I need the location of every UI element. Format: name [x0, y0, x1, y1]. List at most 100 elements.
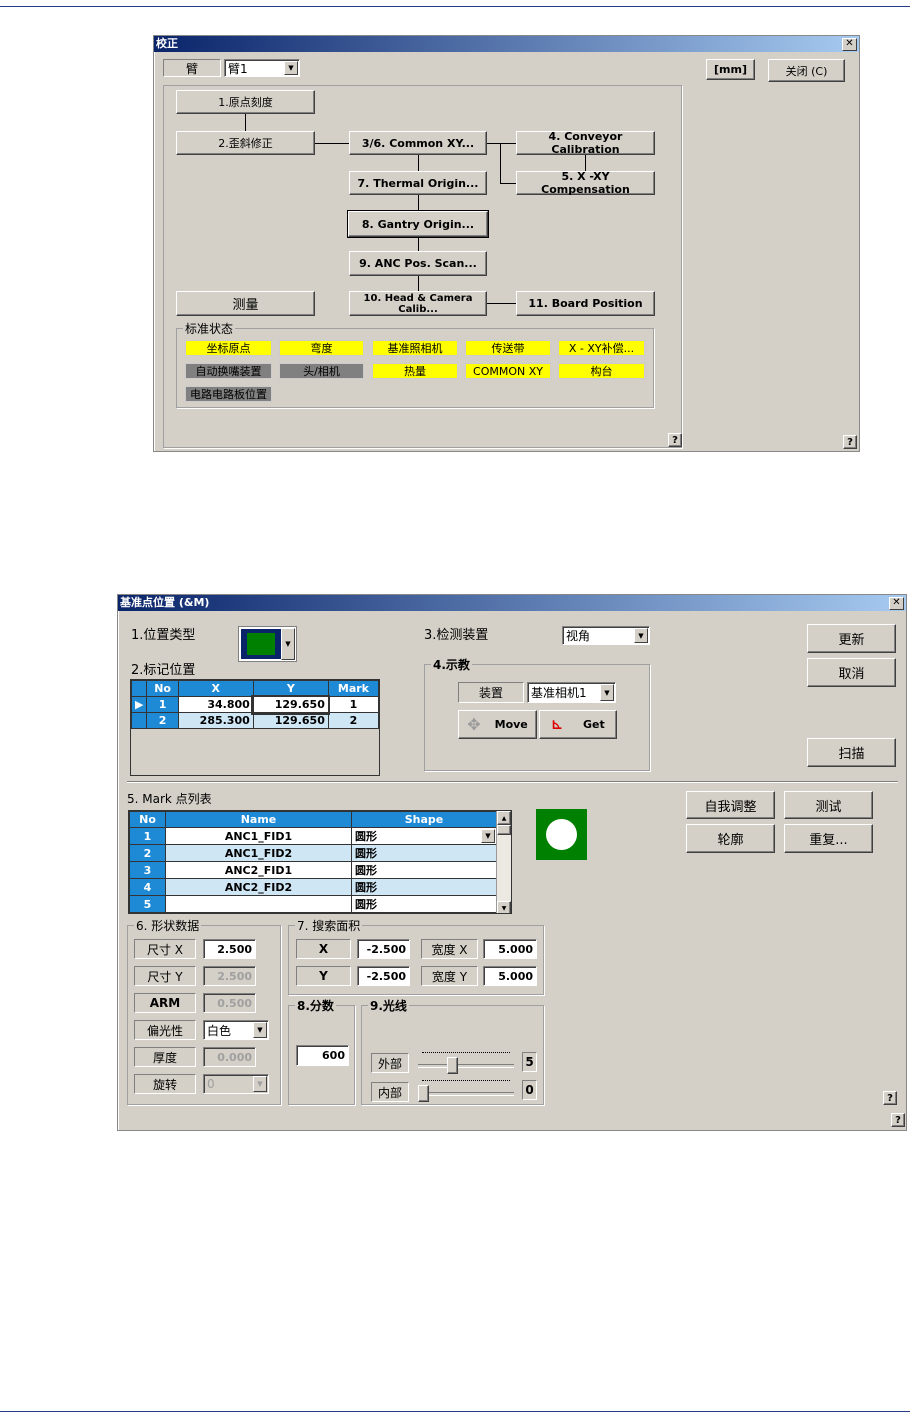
chevron-down-icon: ▼ [253, 1022, 267, 1038]
shape-param-label: 偏光性 [134, 1020, 196, 1040]
step-board-position-button[interactable]: 11. Board Position [516, 291, 655, 316]
step-common-xy-button[interactable]: 3/6. Common XY... [349, 131, 487, 155]
position-type-label: 1.位置类型 [131, 628, 196, 643]
search-x-label: X [296, 939, 351, 959]
status-indicator: 构台 [558, 363, 645, 379]
shape-data-title: 6. 形状数据 [134, 917, 202, 934]
chevron-down-icon: ▼ [634, 628, 648, 643]
slider-thumb[interactable] [447, 1057, 458, 1074]
arm-label: 臂 [163, 59, 221, 77]
width-x-input[interactable]: 5.000 [483, 939, 537, 959]
outer-light-label: 外部 [371, 1053, 409, 1073]
board-icon [241, 629, 282, 659]
shape-param-select[interactable]: 0 ▼ [203, 1074, 269, 1094]
detection-device-value: 视角 [566, 629, 591, 643]
score-title: 8.分数 [295, 997, 336, 1014]
shape-param-input[interactable]: 2.500 [203, 939, 256, 959]
mark-list-label: 5. Mark 点列表 [127, 792, 212, 806]
cancel-button[interactable]: 取消 [807, 658, 896, 687]
arm-value: 臂1 [228, 61, 248, 76]
move-icon: ✥ [467, 715, 481, 734]
repeat-button[interactable]: 重复... [784, 824, 873, 853]
table-row[interactable]: 5 圆形 [129, 895, 497, 913]
outer-light-slider[interactable] [418, 1050, 514, 1074]
dialog-title: 校正 [154, 36, 859, 52]
shape-param-label: 旋转 [134, 1074, 196, 1094]
table-row[interactable]: 4 ANC2_FID2 圆形 [129, 878, 497, 896]
position-type-select[interactable]: ▼ [238, 626, 297, 662]
scan-button[interactable]: 扫描 [807, 738, 896, 767]
help-button[interactable]: ? [843, 435, 857, 449]
arm-select[interactable]: 臂1 ▼ [224, 59, 300, 77]
page-bottom-rule [0, 1411, 910, 1412]
close-button[interactable]: 关闭 (C) [768, 59, 845, 82]
status-indicator: 弯度 [279, 340, 364, 356]
test-button[interactable]: 测试 [784, 791, 873, 819]
contour-button[interactable]: 轮廓 [686, 824, 775, 853]
width-y-label: 宽度 Y [421, 966, 478, 986]
step-head-camera-calib-button[interactable]: 10. Head & Camera Calib... [349, 291, 487, 316]
help-button[interactable]: ? [668, 433, 682, 447]
step-skew-correction-button[interactable]: 2.歪斜修正 [176, 131, 315, 155]
shape-param-select[interactable]: 白色 ▼ [203, 1020, 269, 1040]
chevron-down-icon: ▼ [284, 61, 298, 75]
status-indicator: COMMON XY [465, 363, 551, 379]
table-row[interactable]: 2 ANC1_FID2 圆形 [129, 844, 497, 862]
help-button[interactable]: ? [883, 1091, 897, 1105]
step-anc-pos-scan-button[interactable]: 9. ANC Pos. Scan... [349, 251, 487, 276]
status-indicator: 热量 [372, 363, 458, 379]
outer-light-value: 5 [522, 1052, 537, 1072]
table-row[interactable]: 2 285.300 129.650 2 [130, 712, 380, 729]
table-row[interactable]: 1 ANC1_FID1 圆形 ▼ [129, 827, 497, 845]
circle-icon [546, 819, 577, 850]
chevron-down-icon: ▼ [281, 628, 295, 660]
measure-button[interactable]: 测量 [176, 291, 315, 316]
status-indicator: 头/相机 [279, 363, 364, 379]
width-y-input[interactable]: 5.000 [483, 966, 537, 986]
search-x-input[interactable]: -2.500 [357, 939, 410, 959]
shape-param-label: 厚度 [134, 1047, 196, 1067]
inner-light-label: 内部 [371, 1082, 409, 1102]
close-icon[interactable]: ✕ [889, 597, 904, 610]
axis-point-icon: ⊾ [551, 716, 563, 733]
device-select[interactable]: 基准相机1 ▼ [527, 682, 616, 703]
mark-list-table: No Name Shape 1 ANC1_FID1 圆形 ▼ 2 ANC1_FID2 圆形 3… [128, 810, 512, 914]
get-button[interactable]: ⊾ Get [539, 710, 617, 739]
step-conveyor-calibration-button[interactable]: 4. Conveyor Calibration [516, 130, 655, 156]
unit-button[interactable]: [mm] [706, 59, 755, 80]
help-button[interactable]: ? [891, 1113, 905, 1127]
slider-thumb[interactable] [418, 1085, 429, 1102]
shape-param-label: ARM [134, 993, 196, 1013]
shape-param-input[interactable]: 0.000 [203, 1047, 256, 1067]
status-indicator: 坐标原点 [185, 340, 272, 356]
chevron-down-icon[interactable]: ▼ [481, 829, 495, 843]
close-icon[interactable]: ✕ [842, 38, 857, 51]
step-x-xy-compensation-button[interactable]: 5. X -XY Compensation [516, 170, 655, 196]
shape-param-label: 尺寸 Y [134, 966, 196, 986]
search-area-title: 7. 搜索面积 [295, 917, 363, 934]
inner-light-value: 0 [522, 1080, 537, 1100]
table-row[interactable]: 3 ANC2_FID1 圆形 [129, 861, 497, 879]
score-input[interactable]: 600 [296, 1045, 349, 1066]
status-indicator: 传送带 [465, 340, 551, 356]
step-gantry-origin-button[interactable]: 8. Gantry Origin... [347, 210, 489, 238]
mark-position-table: No X Y Mark ▶ 1 34.800 129.650 1 2 285.300 129.65… [130, 679, 380, 776]
search-y-input[interactable]: -2.500 [357, 966, 410, 986]
shape-param-input[interactable]: 2.500 [203, 966, 256, 986]
inner-light-slider[interactable] [418, 1078, 514, 1102]
shape-preview [536, 809, 587, 860]
device-label: 装置 [458, 682, 524, 703]
table-row[interactable]: ▶ 1 34.800 129.650 1 [130, 694, 380, 715]
search-y-label: Y [296, 966, 351, 986]
detection-device-select[interactable]: 视角 ▼ [562, 626, 650, 645]
shape-param-input[interactable]: 0.500 [203, 993, 256, 1013]
width-x-label: 宽度 X [421, 939, 478, 959]
step-thermal-origin-button[interactable]: 7. Thermal Origin... [349, 171, 487, 195]
self-adjust-button[interactable]: 自我调整 [686, 791, 775, 819]
status-indicator: 自动换嘴装置 [185, 363, 272, 379]
scrollbar[interactable]: ▲ ▼ [496, 811, 511, 913]
status-indicator: 基准照相机 [372, 340, 458, 356]
update-button[interactable]: 更新 [807, 624, 896, 653]
step-origin-scale-button[interactable]: 1.原点刻度 [176, 90, 315, 114]
move-button[interactable]: ✥ Move [458, 710, 537, 739]
